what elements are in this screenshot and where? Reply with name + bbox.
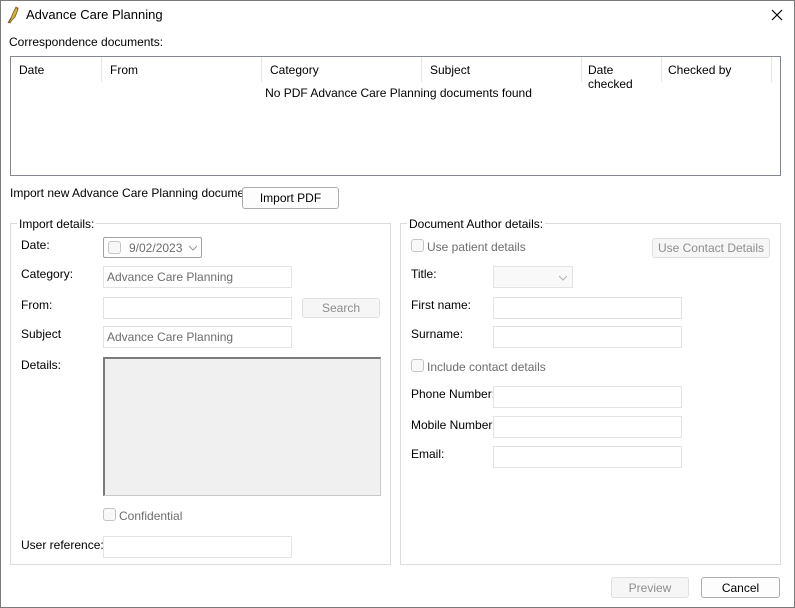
subject-field[interactable]: Advance Care Planning [103, 326, 292, 348]
cancel-button[interactable]: Cancel [701, 577, 780, 598]
category-label: Category: [21, 267, 74, 281]
from-label: From: [21, 298, 53, 312]
user-reference-field[interactable] [103, 536, 292, 558]
phone-number-label: Phone Number: [411, 387, 496, 401]
first-name-field[interactable] [493, 297, 682, 319]
phone-number-field[interactable] [493, 386, 682, 408]
correspondence-label: Correspondence documents: [9, 35, 164, 49]
category-field[interactable]: Advance Care Planning [103, 266, 292, 288]
confidential-label: Confidential [119, 509, 183, 523]
advance-care-planning-dialog: Advance Care Planning Correspondence doc… [0, 0, 795, 608]
empty-list-message: No PDF Advance Care Planning documents f… [265, 86, 532, 100]
preview-button[interactable]: Preview [611, 577, 689, 598]
date-enable-checkbox[interactable] [108, 241, 121, 254]
email-label: Email: [411, 447, 445, 461]
window-title: Advance Care Planning [26, 7, 163, 22]
chevron-down-icon [559, 275, 567, 281]
title-label: Title: [411, 267, 437, 281]
include-contact-details-checkbox[interactable] [411, 359, 424, 372]
date-picker[interactable]: 9/02/2023 [103, 237, 202, 258]
column-header-from[interactable]: From [102, 57, 262, 82]
column-header-category[interactable]: Category [262, 57, 422, 82]
column-header-subject[interactable]: Subject [422, 57, 582, 82]
title-bar: Advance Care Planning [1, 1, 794, 29]
user-reference-label: User reference: [21, 538, 104, 552]
correspondence-list[interactable]: Date From Category Subject Date checked … [10, 56, 781, 176]
use-patient-details-label: Use patient details [427, 240, 526, 254]
confidential-checkbox[interactable] [103, 508, 116, 521]
column-header-date[interactable]: Date [11, 57, 102, 82]
import-details-title: Import details: [17, 217, 97, 231]
close-icon [771, 9, 783, 21]
details-label: Details: [21, 358, 62, 372]
list-header: Date From Category Subject Date checked … [11, 57, 780, 91]
email-field[interactable] [493, 446, 682, 468]
search-button[interactable]: Search [302, 298, 380, 318]
use-patient-details-checkbox[interactable] [411, 239, 424, 252]
date-value: 9/02/2023 [129, 241, 183, 255]
mobile-number-field[interactable] [493, 416, 682, 438]
from-field[interactable] [103, 297, 292, 319]
date-label: Date: [21, 238, 50, 252]
chevron-down-icon [189, 245, 197, 251]
surname-field[interactable] [493, 326, 682, 348]
first-name-label: First name: [411, 298, 472, 312]
import-pdf-button[interactable]: Import PDF [242, 187, 339, 209]
use-contact-details-button[interactable]: Use Contact Details [652, 238, 770, 258]
author-details-title: Document Author details: [407, 217, 546, 231]
details-textarea[interactable] [103, 357, 381, 496]
include-contact-details-label: Include contact details [427, 360, 546, 374]
surname-label: Surname: [411, 327, 464, 341]
import-new-label: Import new Advance Care Planning documen… [10, 186, 255, 200]
subject-label: Subject [21, 327, 62, 341]
column-header-checked-by[interactable]: Checked by [662, 57, 772, 82]
close-button[interactable] [760, 1, 794, 29]
bird-icon [7, 6, 19, 24]
mobile-number-label: Mobile Number: [411, 418, 496, 432]
title-dropdown[interactable] [493, 266, 573, 288]
column-header-date-checked[interactable]: Date checked [582, 57, 662, 91]
